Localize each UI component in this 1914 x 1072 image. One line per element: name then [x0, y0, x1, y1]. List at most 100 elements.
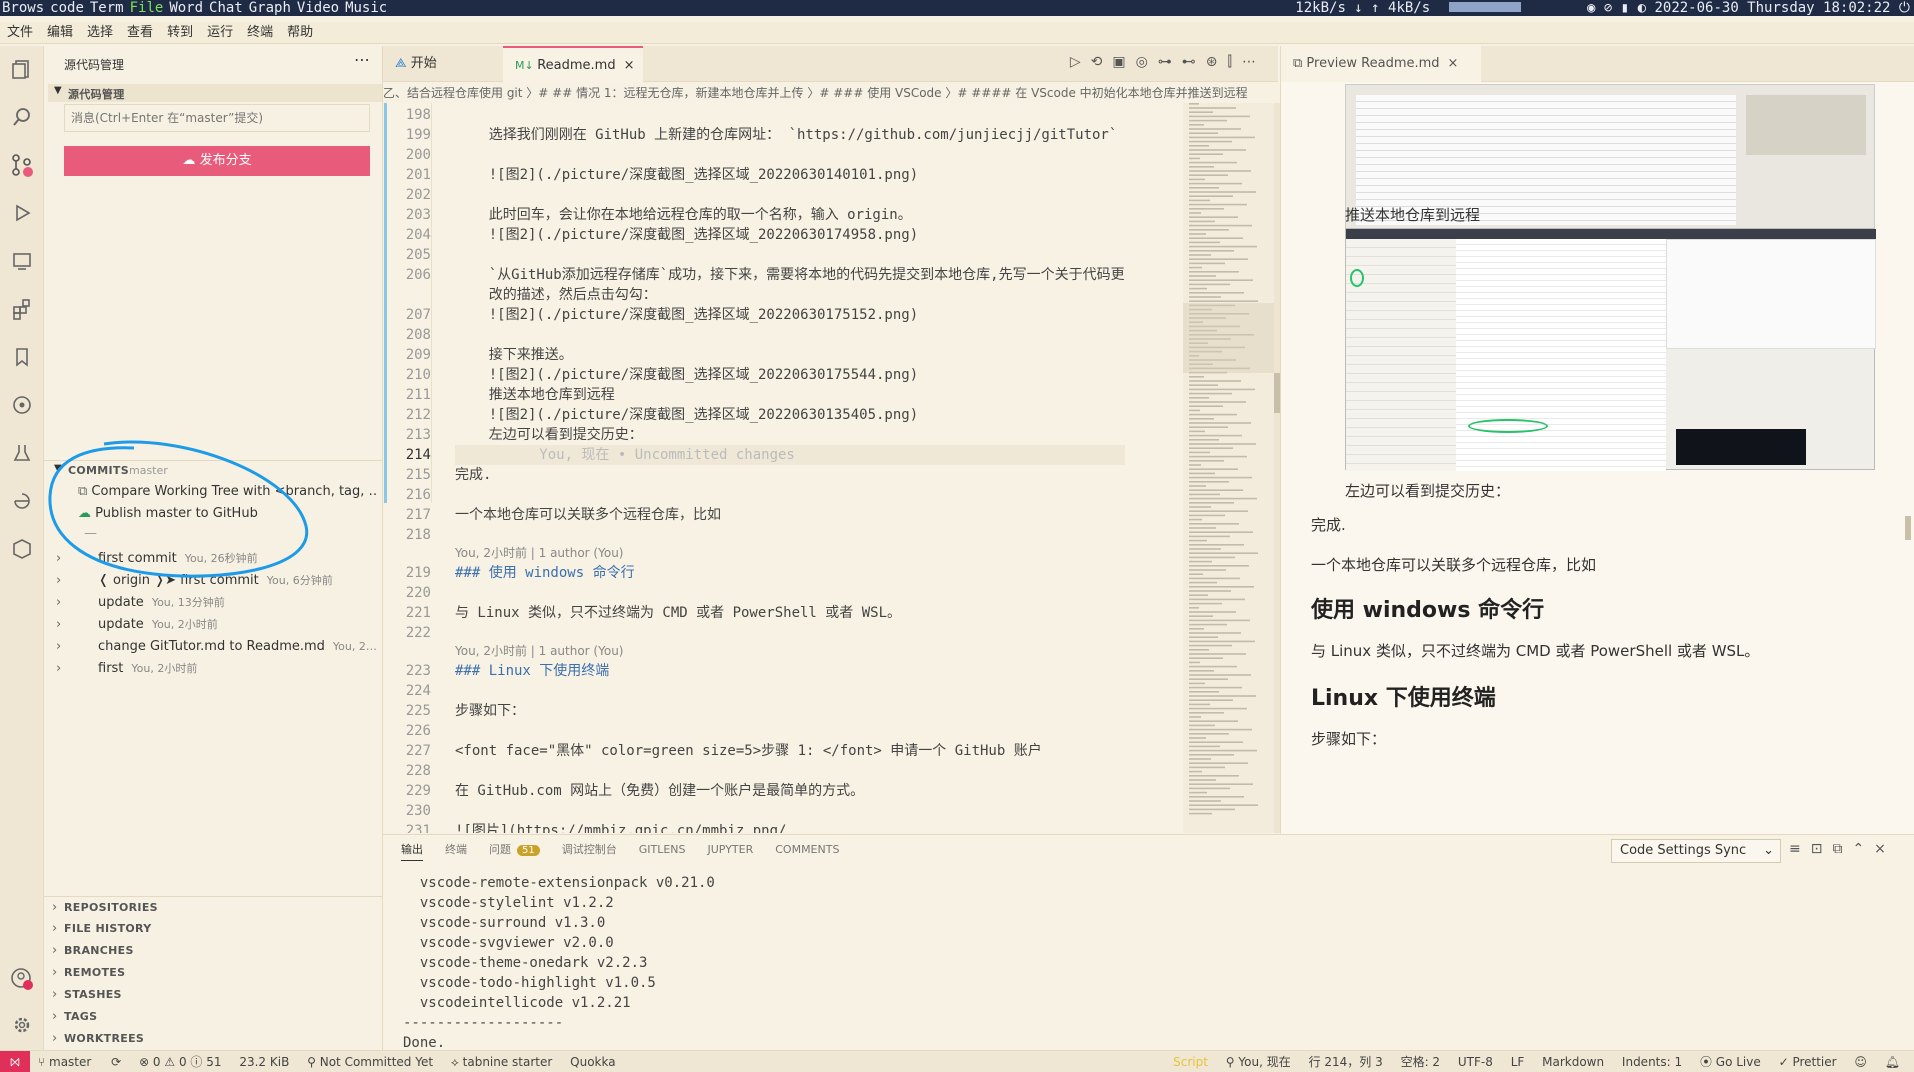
output-line: ------------------- [403, 1015, 564, 1031]
panel-tab-2[interactable]: 问题 51 [489, 841, 540, 860]
commit-row[interactable]: › change GitTutor.md to Readme.md You, 2… [44, 636, 382, 658]
launcher-file[interactable]: File [130, 0, 164, 16]
commit-row[interactable]: › first You, 2小时前 [44, 658, 382, 680]
tray-icons[interactable]: ◉ ⊘ ▮ ◐ [1587, 0, 1654, 16]
remote-indicator-icon[interactable]: ⨝ [0, 1051, 30, 1072]
close-icon[interactable]: × [1448, 56, 1459, 71]
menu-help[interactable]: 帮助 [280, 22, 320, 44]
codelens-blame[interactable]: You, 2小时前 | 1 author (You) [455, 545, 623, 561]
section-repositories[interactable]: › REPOSITORIES [44, 896, 382, 918]
status-committed[interactable]: ⚲ Not Committed Yet [307, 1055, 433, 1069]
menu-go[interactable]: 转到 [160, 22, 200, 44]
menu-run[interactable]: 运行 [200, 22, 240, 44]
panel-tab-3[interactable]: 调试控制台 [562, 841, 617, 860]
line-number: 225 [405, 703, 431, 719]
panel-tab-1[interactable]: 终端 [445, 841, 467, 860]
commit-message-input[interactable] [64, 104, 370, 132]
status-language[interactable]: Markdown [1542, 1055, 1604, 1069]
more-actions-icon[interactable]: ⋯ [354, 50, 370, 69]
launcher-graph[interactable]: Graph [249, 0, 291, 16]
launcher-video[interactable]: Video [297, 0, 339, 16]
close-icon[interactable]: × [624, 58, 635, 73]
preview-scrollbar-thumb[interactable] [1905, 516, 1911, 540]
status-script[interactable]: Script [1173, 1055, 1208, 1069]
status-spaces[interactable]: 空格: 2 [1401, 1055, 1441, 1069]
status-eol[interactable]: LF [1511, 1055, 1525, 1069]
bookmark-icon[interactable] [7, 342, 37, 372]
preview-heading-windows: 使用 windows 命令行 [1311, 598, 1545, 623]
section-file-history[interactable]: › FILE HISTORY [44, 918, 382, 940]
line-number: 200 [405, 147, 431, 163]
section-remotes[interactable]: › REMOTES [44, 962, 382, 984]
line-number: 216 [405, 487, 431, 503]
panel-actions[interactable]: ≡⊡⧉⌃× [1789, 841, 1896, 857]
notifications-icon[interactable]: 🔔︎ [1885, 1055, 1900, 1069]
launcher-word[interactable]: Word [169, 0, 203, 16]
remote-explorer-icon[interactable] [7, 246, 37, 276]
section-branches[interactable]: › BRANCHES [44, 940, 382, 962]
launcher-music[interactable]: Music [345, 0, 387, 16]
chevron-right-icon: › [52, 1009, 58, 1024]
code-editor[interactable]: 198 199 选择我们刚刚在 GitHub 上新建的仓库网址： `https:/… [383, 103, 1183, 833]
menu-selection[interactable]: 选择 [80, 22, 120, 44]
minimap[interactable] [1183, 103, 1278, 833]
system-app-launchers[interactable]: Brows code Term File Word Chat Graph Video Music [2, 0, 393, 16]
section-worktrees[interactable]: › WORKTREES [44, 1028, 382, 1050]
test-icon[interactable] [7, 438, 37, 468]
launcher-brows[interactable]: Brows [2, 0, 44, 16]
status-indents[interactable]: Indents: 1 [1622, 1055, 1682, 1069]
cube-icon[interactable] [7, 534, 37, 564]
launcher-code[interactable]: code [50, 0, 84, 16]
tab-preview[interactable]: ⧉ Preview Readme.md × [1281, 46, 1481, 82]
status-encoding[interactable]: UTF-8 [1458, 1055, 1493, 1069]
account-icon[interactable] [7, 964, 37, 994]
section-stashes[interactable]: › STASHES [44, 984, 382, 1006]
menu-file[interactable]: 文件 [0, 22, 40, 44]
preview-done: 完成. [1311, 516, 1346, 534]
power-icon[interactable]: ⏻ [1899, 0, 1910, 16]
preview-heading-linux: Linux 下使用终端 [1311, 686, 1496, 711]
chevron-right-icon: › [52, 987, 58, 1002]
launcher-term[interactable]: Term [90, 0, 124, 16]
codelens-blame[interactable]: You, 2小时前 | 1 author (You) [455, 643, 623, 659]
panel-tab-6[interactable]: COMMENTS [775, 843, 839, 859]
search-icon[interactable] [7, 102, 37, 132]
explorer-icon[interactable] [7, 54, 37, 84]
status-golive[interactable]: ⦿ Go Live [1700, 1055, 1761, 1069]
datetime: 2022-06-30 Thursday 18:02:22 [1654, 0, 1891, 16]
panel-tab-5[interactable]: JUPYTER [708, 843, 754, 859]
feedback-icon[interactable]: ☺ [1854, 1055, 1867, 1069]
status-position[interactable]: 行 214，列 3 [1309, 1055, 1383, 1069]
menu-view[interactable]: 查看 [120, 22, 160, 44]
tab-welcome[interactable]: ⟁ 开始 [383, 46, 503, 82]
tab-readme[interactable]: M↓ Readme.md × [503, 46, 643, 82]
publish-branch-button[interactable]: ☁ 发布分支 [64, 146, 370, 176]
extensions-icon[interactable] [7, 294, 37, 324]
menu-edit[interactable]: 编辑 [40, 22, 80, 44]
source-control-icon[interactable] [7, 150, 37, 180]
status-blame[interactable]: ⚲ You, 现在 [1226, 1055, 1291, 1069]
status-quokka[interactable]: Quokka [570, 1055, 615, 1069]
bottom-panel: 输出 终端 问题 51 调试控制台 GITLENS JUPYTER COMMENTS Code… [383, 834, 1914, 1051]
status-problems[interactable]: ⊗ 0 ⚠ 0 ⓘ 51 [139, 1055, 221, 1069]
launcher-chat[interactable]: Chat [209, 0, 243, 16]
status-tabnine[interactable]: ⟡ tabnine starter [451, 1055, 552, 1069]
settings-gear-icon[interactable] [7, 1010, 37, 1040]
commit-message: update [98, 595, 144, 610]
timeline-icon[interactable] [7, 486, 37, 516]
status-branch[interactable]: ⑂ master [38, 1055, 91, 1069]
editor-toolbar-icons[interactable]: ▷⟲▣◎⊶⊷⊛⫿⋯ [1070, 54, 1266, 70]
commit-row[interactable]: › update You, 2小时前 [44, 614, 382, 636]
status-prettier[interactable]: ✓ Prettier [1779, 1055, 1837, 1069]
gitlens-icon[interactable] [7, 390, 37, 420]
output-channel-select[interactable]: Code Settings Sync ⌄ [1611, 839, 1781, 863]
menu-terminal[interactable]: 终端 [240, 22, 280, 44]
run-debug-icon[interactable] [7, 198, 37, 228]
breadcrumb[interactable]: 乙、结合远程仓库使用 git 〉# ## 情况 1：远程无仓库，新建本地仓库并上… [383, 83, 1278, 103]
panel-tab-0[interactable]: 输出 [401, 841, 423, 861]
scm-section-header[interactable]: ▼ 源代码管理 [48, 84, 382, 102]
section-tags[interactable]: › TAGS [44, 1006, 382, 1028]
panel-tab-4[interactable]: GITLENS [639, 843, 686, 859]
sync-icon[interactable]: ⟳ [111, 1055, 121, 1069]
commit-row[interactable]: › update You, 13分钟前 [44, 592, 382, 614]
